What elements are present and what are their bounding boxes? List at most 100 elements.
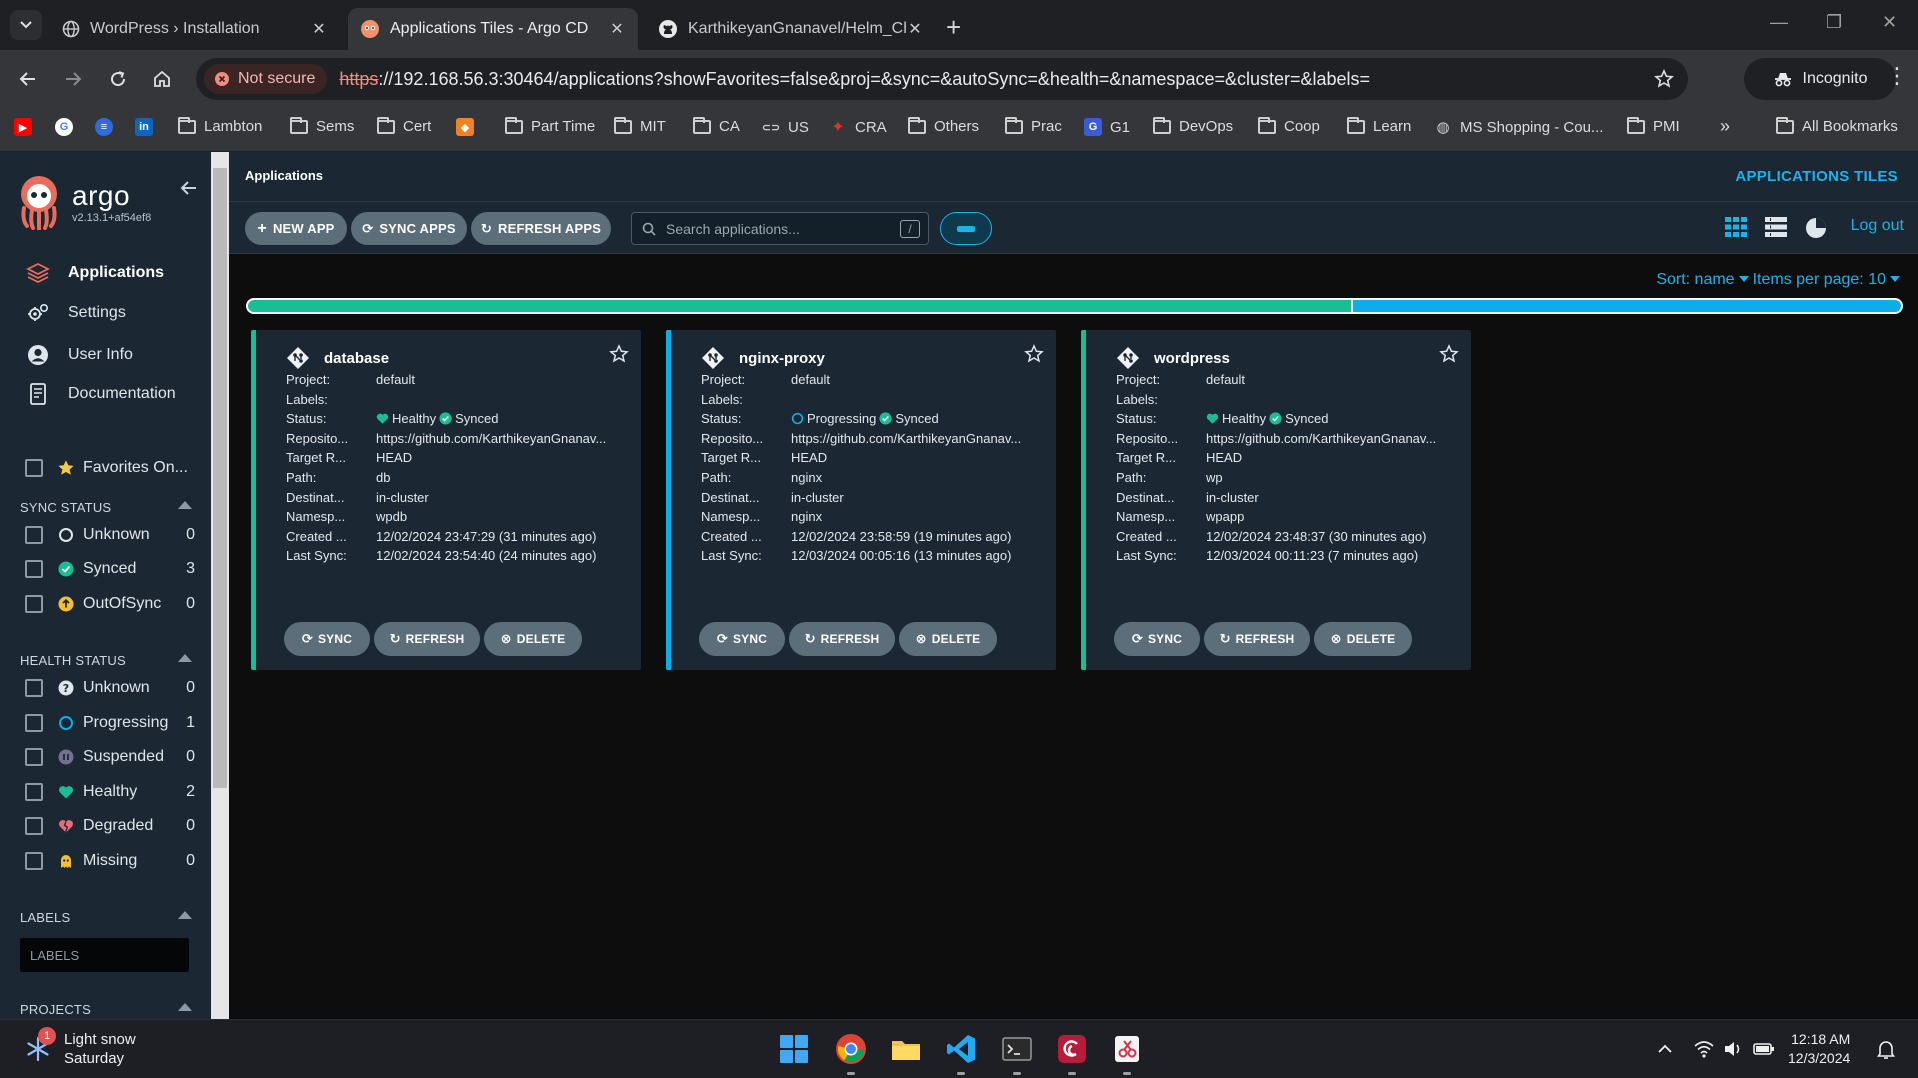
close-icon[interactable]: ✕ [310,19,328,39]
system-clock[interactable]: 12:18 AM 12/3/2024 [1788,1030,1850,1068]
bookmark-g1[interactable]: G G1 [1084,118,1130,136]
notification-bell-icon[interactable] [1877,1040,1895,1060]
start-button[interactable] [777,1032,811,1066]
tiles-view-icon[interactable] [1724,216,1748,238]
wifi-icon[interactable] [1694,1040,1714,1058]
summary-pie-icon[interactable] [1804,216,1828,240]
restore-button[interactable]: ❐ [1826,12,1842,33]
home-button[interactable] [149,66,175,92]
bookmark-folder[interactable]: Cert [377,116,431,135]
bookmark-folder[interactable]: Part Time [505,116,595,135]
app-card-database[interactable]: database Project: default Labels: Status: Hea… [251,330,641,670]
filter-health-degraded[interactable]: Degraded 0 [25,817,195,835]
app-name[interactable]: database [324,350,389,367]
bookmark-youtube[interactable]: ▶ [14,118,32,136]
filter-health-suspended[interactable]: Suspended 0 [25,748,195,766]
close-icon[interactable]: ✕ [608,19,626,39]
search-input[interactable]: Search applications... / [631,212,929,245]
checkbox[interactable] [25,748,43,766]
collapse-sidebar-button[interactable] [180,180,198,196]
labels-input[interactable]: LABELS [20,938,189,972]
checkbox[interactable] [25,783,43,801]
collapse-arrow-icon[interactable] [178,1003,192,1011]
favorite-star-icon[interactable] [1439,344,1459,364]
bookmark-folder[interactable]: PMI [1627,116,1680,135]
delete-button[interactable]: ⊗ DELETE [1314,622,1412,656]
sort-dropdown[interactable]: Sort: name [1656,271,1734,288]
taskbar-snipping-tool[interactable] [1110,1032,1144,1066]
taskbar-debian-app[interactable] [1055,1032,1089,1066]
filter-health-missing[interactable]: Missing 0 [25,852,195,870]
close-window-button[interactable]: ✕ [1882,12,1897,33]
list-view-icon[interactable] [1764,216,1788,238]
bookmark-link[interactable]: ⊂⊃ US [762,118,809,136]
taskbar-chrome[interactable] [834,1032,868,1066]
address-bar[interactable]: Not secure https://192.168.56.3:30464/ap… [196,58,1688,100]
all-bookmarks[interactable]: All Bookmarks [1776,116,1898,135]
delete-button[interactable]: ⊗ DELETE [899,622,997,656]
filter-health-progressing[interactable]: Progressing 1 [25,714,195,732]
more-bookmarks-button[interactable]: » [1720,116,1730,137]
favorite-star-icon[interactable] [609,344,629,364]
bookmark-folder[interactable]: Prac [1005,116,1062,135]
bookmark-folder[interactable]: Sems [290,116,354,135]
checkbox[interactable] [25,560,43,578]
favorite-star-icon[interactable] [1024,344,1044,364]
refresh-apps-button[interactable]: ↻ REFRESH APPS [471,212,611,245]
checkbox[interactable] [25,526,43,544]
delete-button[interactable]: ⊗ DELETE [484,622,582,656]
bookmark-folder[interactable]: Others [908,116,979,135]
sync-button[interactable]: ⟳ SYNC [699,622,785,656]
url-text[interactable]: https://192.168.56.3:30464/applications?… [339,69,1370,90]
nav-settings[interactable]: Settings [26,302,126,324]
bookmark-folder[interactable]: Coop [1258,116,1320,135]
items-per-page-dropdown[interactable]: Items per page: 10 [1753,271,1886,288]
checkbox[interactable] [25,459,43,477]
nav-user-info[interactable]: User Info [26,343,133,367]
security-indicator[interactable]: Not secure [204,64,328,94]
collapse-arrow-icon[interactable] [178,501,192,509]
new-tab-button[interactable]: + [946,12,961,43]
checkbox[interactable] [25,714,43,732]
chevron-up-icon[interactable] [1657,1044,1673,1054]
volume-icon[interactable] [1723,1040,1743,1058]
collapse-arrow-icon[interactable] [178,654,192,662]
favorites-filter[interactable]: Favorites On... [25,459,195,477]
refresh-button[interactable]: ↻ REFRESH [374,622,480,656]
incognito-indicator[interactable]: Incognito [1744,58,1896,100]
checkbox[interactable] [25,817,43,835]
taskbar-vscode[interactable] [944,1032,978,1066]
app-card-wordpress[interactable]: wordpress Project: default Labels: Status: He… [1081,330,1471,670]
bookmark-folder[interactable]: CA [693,116,740,135]
app-name[interactable]: wordpress [1154,350,1230,367]
taskbar-file-explorer[interactable] [889,1032,923,1066]
tab-wordpress[interactable]: WordPress › Installation ✕ [50,8,340,50]
filter-sync-unknown[interactable]: Unknown 0 [25,526,195,544]
nav-documentation[interactable]: Documentation [26,382,176,406]
bookmark-cra[interactable]: ✦ CRA [829,118,886,137]
filter-health-healthy[interactable]: Healthy 2 [25,783,195,801]
argo-logo[interactable] [18,174,60,230]
refresh-button[interactable]: ↻ REFRESH [1204,622,1310,656]
collapse-arrow-icon[interactable] [178,911,192,919]
nav-applications[interactable]: Applications [26,262,164,284]
sync-button[interactable]: ⟳ SYNC [284,622,370,656]
new-app-button[interactable]: + NEW APP [245,212,347,245]
logout-button[interactable]: Log out [1851,217,1904,235]
taskbar-terminal[interactable] [1000,1032,1034,1066]
battery-icon[interactable] [1753,1040,1775,1058]
bookmark-folder[interactable]: DevOps [1153,116,1233,135]
checkbox[interactable] [25,852,43,870]
bookmark-cube[interactable]: ◆ [456,118,474,136]
bookmark-app[interactable]: ≡ [95,118,113,136]
reload-button[interactable] [105,66,131,92]
bookmark-folder[interactable]: Lambton [178,116,262,135]
sync-apps-button[interactable]: ⟳ SYNC APPS [351,212,467,245]
tab-argo-cd[interactable]: Applications Tiles - Argo CD ✕ [348,8,638,50]
bookmark-google[interactable]: G [55,118,73,136]
tab-github[interactable]: KarthikeyanGnanavel/Helm_Cha ✕ [646,8,936,50]
filter-sync-synced[interactable]: Synced 3 [25,560,195,578]
tab-search-button[interactable] [10,10,42,40]
forward-button[interactable] [60,66,86,92]
sync-button[interactable]: ⟳ SYNC [1114,622,1200,656]
